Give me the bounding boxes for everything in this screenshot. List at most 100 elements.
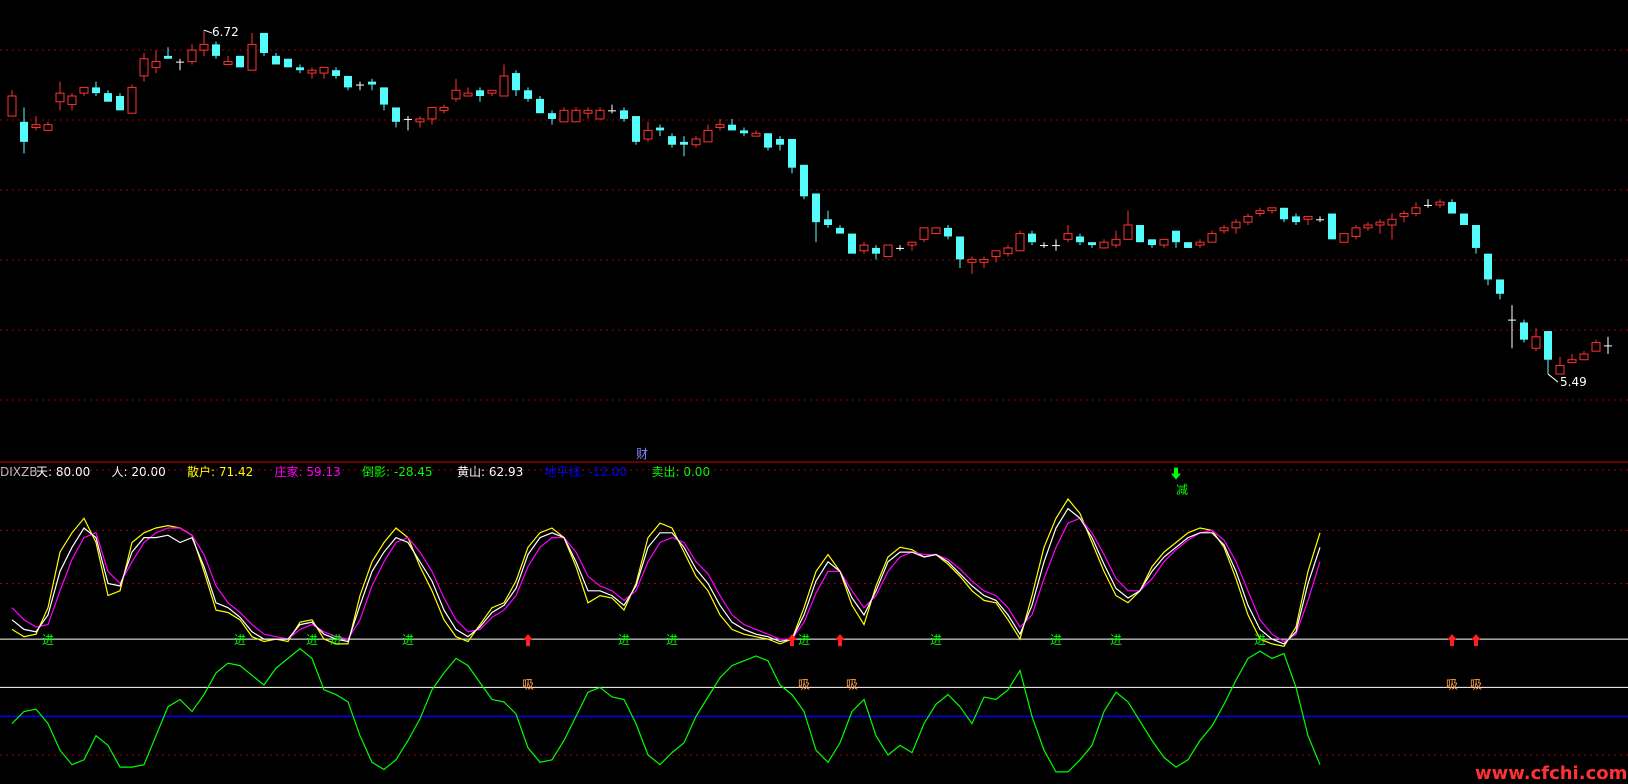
candle-body — [1123, 224, 1133, 240]
candle-body — [583, 109, 593, 114]
candle-body — [139, 58, 149, 77]
buy-signal-label: 进 — [402, 633, 414, 647]
candle-body — [307, 69, 317, 74]
absorb-signal-label: 吸 — [1470, 677, 1482, 691]
candle-body — [536, 98, 544, 114]
candle-body — [1604, 345, 1612, 347]
buy-signal-label: 进 — [234, 633, 246, 647]
candle-body — [1015, 233, 1025, 252]
absorb-signal-label: 吸 — [798, 677, 810, 691]
candle-body — [1184, 242, 1192, 248]
candle-body — [979, 258, 989, 263]
candle-body — [1280, 207, 1288, 220]
candle-body — [608, 110, 616, 112]
candle-body — [548, 113, 556, 119]
candle-body — [944, 227, 952, 237]
candle-body — [1448, 202, 1456, 214]
candle-body — [151, 61, 161, 68]
candle-body — [392, 107, 400, 122]
candle-body — [728, 124, 736, 131]
buy-signal-label: 进 — [1050, 633, 1062, 647]
candle-body — [20, 121, 28, 142]
candle-body — [1088, 242, 1096, 246]
high-price-label: 6.72 — [212, 25, 239, 39]
candle-body — [703, 129, 713, 143]
candle-body — [451, 89, 461, 100]
candle-body — [632, 116, 640, 142]
candle-body — [559, 109, 569, 123]
candle-body — [212, 44, 220, 56]
candle-body — [116, 96, 124, 111]
candle-body — [1303, 215, 1313, 220]
candle-body — [788, 139, 796, 168]
candle-body — [104, 93, 112, 102]
candle-body — [896, 247, 904, 249]
candle-body — [284, 58, 292, 68]
site-watermark: www.cfchi.com — [1475, 763, 1627, 784]
buy-signal-label: 进 — [306, 633, 318, 647]
candle-body — [1052, 245, 1060, 247]
candle-body — [344, 75, 352, 88]
chart-background — [0, 0, 1628, 784]
candle-body — [919, 227, 929, 240]
legend-item: 庄家: 59.13 — [275, 464, 341, 479]
candle-body — [1496, 279, 1504, 294]
candle-body — [236, 55, 244, 68]
candle-body — [43, 124, 53, 131]
legend-item: 地平线: -12.00 — [545, 465, 628, 479]
candle-body — [463, 92, 473, 97]
candle-body — [883, 244, 893, 258]
candle-body — [476, 90, 484, 96]
candle-body — [872, 247, 880, 254]
low-price-label: 5.49 — [1560, 375, 1587, 389]
candle-body — [1195, 241, 1205, 246]
candle-body — [1231, 221, 1241, 229]
candle-body — [991, 250, 1001, 258]
candle-body — [1411, 207, 1421, 215]
candle-body — [656, 127, 664, 131]
legend-item: 倒影: -28.45 — [362, 465, 433, 479]
candle-body — [260, 32, 268, 53]
candle-body — [524, 90, 532, 99]
buy-signal-label: 进 — [1110, 633, 1122, 647]
candle-body — [1255, 210, 1265, 215]
candle-body — [740, 130, 748, 134]
legend-item: 人: 20.00 — [112, 465, 166, 479]
candle-body — [7, 95, 17, 117]
candle-body — [512, 73, 520, 91]
candle-body — [751, 132, 761, 137]
candle-body — [1316, 219, 1324, 221]
candle-body — [427, 106, 437, 120]
candle-body — [1243, 215, 1253, 223]
absorb-signal-label: 吸 — [522, 677, 534, 691]
candle-body — [380, 87, 388, 105]
candle-body — [199, 43, 209, 51]
candle-body — [967, 258, 977, 263]
candle-body — [404, 118, 412, 120]
candle-body — [680, 141, 688, 145]
candle-body — [1003, 247, 1013, 255]
candle-body — [1148, 239, 1156, 246]
candle-body — [332, 70, 340, 76]
candle-body — [1099, 241, 1109, 249]
candle-body — [1508, 319, 1516, 321]
candle-body — [907, 241, 917, 246]
candle-body — [1328, 213, 1336, 240]
candle-body — [848, 233, 856, 254]
candle-body — [79, 86, 89, 94]
candle-body — [812, 193, 820, 223]
candle-body — [319, 66, 329, 74]
candle-body — [164, 55, 172, 59]
candle-body — [187, 49, 197, 63]
candle-body — [415, 118, 425, 123]
candle-body — [1460, 213, 1468, 225]
candle-body — [571, 109, 581, 123]
candle-body — [1339, 233, 1349, 243]
absorb-signal-label: 吸 — [1446, 677, 1458, 691]
buy-signal-label: 进 — [330, 633, 342, 647]
candle-body — [1555, 364, 1565, 375]
candle-body — [67, 95, 77, 106]
buy-signal-label: 进 — [618, 633, 630, 647]
buy-signal-label: 进 — [666, 633, 678, 647]
candle-body — [1399, 213, 1409, 217]
